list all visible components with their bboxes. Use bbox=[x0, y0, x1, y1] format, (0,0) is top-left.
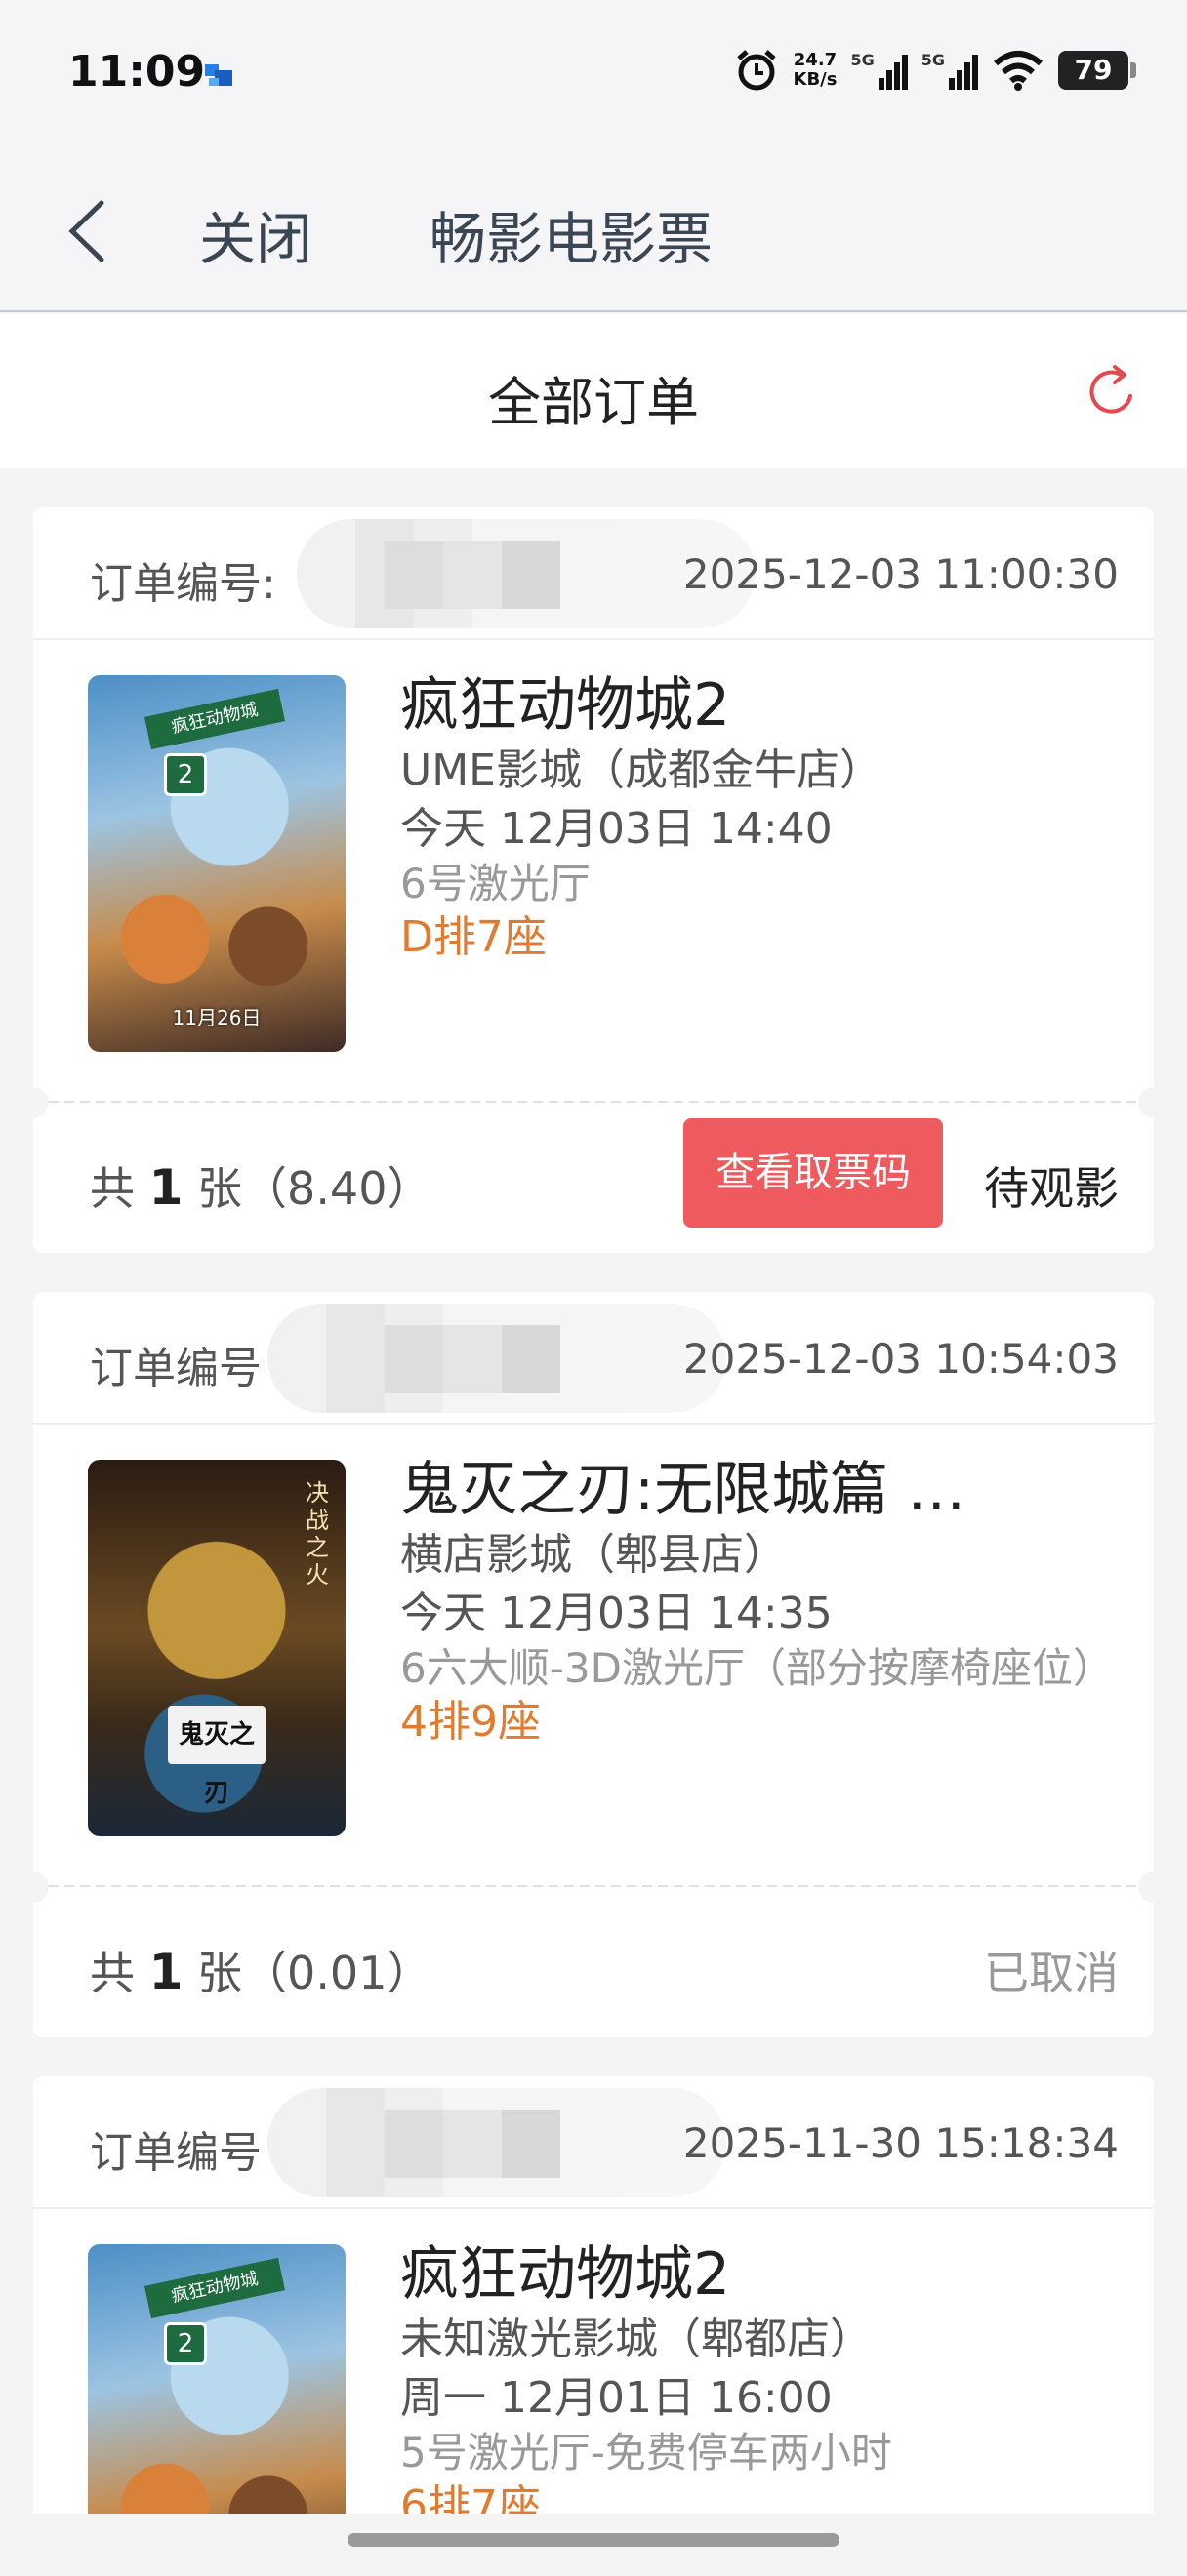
movie-title: 鬼灭之刃:无限城篇 … bbox=[400, 1456, 966, 1524]
order-body: 疯狂动物城 2 11月26日 疯狂动物城2 UME影城（成都金牛店） 今天 12… bbox=[33, 640, 1154, 1108]
order-number-label: 订单编号: bbox=[90, 559, 276, 609]
orders-title: 全部订单 bbox=[488, 372, 699, 433]
seat-info: D排7座 bbox=[400, 912, 547, 962]
battery-icon: 79 bbox=[1058, 51, 1136, 90]
refresh-icon[interactable] bbox=[1082, 361, 1142, 422]
ticket-count-number: 1 bbox=[148, 1159, 184, 1216]
movie-info: 疯狂动物城2 UME影城（成都金牛店） 今天 12月03日 14:40 6号激光… bbox=[400, 665, 1123, 966]
showtime: 今天 12月03日 14:40 bbox=[400, 804, 833, 854]
movie-info: 鬼灭之刃:无限城篇 … 横店影城（郫县店） 今天 12月03日 14:35 6六… bbox=[400, 1450, 1123, 1751]
order-number-redacted bbox=[267, 1304, 726, 1413]
ticket-count-prefix: 共 bbox=[90, 1947, 135, 1999]
poster-sign: 疯狂动物城 bbox=[143, 2257, 286, 2319]
order-header: 订单编号 2025-12-03 10:54:03 bbox=[33, 1292, 1154, 1425]
movie-poster: 疯狂动物城 2 11月26日 bbox=[88, 675, 346, 1052]
ticket-count: 共 1 张（0.01） bbox=[90, 1938, 431, 2002]
order-card[interactable]: 订单编号 2025-12-03 10:54:03 决战之火 鬼灭之刃 鬼灭之刃:… bbox=[33, 1292, 1154, 2037]
poster-sign-number: 2 bbox=[164, 2322, 207, 2365]
status-bar: 11:09 24.7 KB/s 5G 5G 79 bbox=[0, 0, 1187, 146]
signal-1-icon: 5G bbox=[850, 51, 908, 90]
showtime: 今天 12月03日 14:35 bbox=[400, 1589, 833, 1638]
poster-sign: 疯狂动物城 bbox=[143, 688, 286, 750]
movie-info: 疯狂动物城2 未知激光影城（郫都店） 周一 12月01日 16:00 5号激光厅… bbox=[400, 2234, 1123, 2535]
view-ticket-code-button[interactable]: 查看取票码 bbox=[683, 1118, 943, 1228]
hall-name: 6六大顺-3D激光厅（部分按摩椅座位） bbox=[400, 1644, 1114, 1692]
order-card[interactable]: 订单编号 2025-11-30 15:18:34 疯狂动物城 2 疯狂动物城2 … bbox=[33, 2076, 1154, 2576]
network-speed: 24.7 KB/s bbox=[794, 51, 838, 90]
hall-name: 5号激光厅-免费停车两小时 bbox=[400, 2429, 892, 2476]
signal-1-label: 5G bbox=[850, 51, 875, 69]
poster-date: 11月26日 bbox=[172, 1006, 262, 1029]
order-header: 订单编号 2025-11-30 15:18:34 bbox=[33, 2076, 1154, 2209]
ticket-count-number: 1 bbox=[148, 1944, 184, 2000]
movie-title: 疯狂动物城2 bbox=[400, 671, 731, 740]
order-footer: 共 1 张（8.40） 查看取票码 待观影 bbox=[33, 1103, 1154, 1253]
order-body: 决战之火 鬼灭之刃 鬼灭之刃:无限城篇 … 横店影城（郫县店） 今天 12月03… bbox=[33, 1425, 1154, 1893]
order-card[interactable]: 订单编号: 2025-12-03 11:00:30 疯狂动物城 2 11月26日… bbox=[33, 507, 1154, 1253]
alarm-icon bbox=[736, 50, 776, 91]
orders-header: 全部订单 bbox=[0, 314, 1187, 468]
order-number-label: 订单编号 bbox=[90, 2128, 262, 2178]
movie-poster: 决战之火 鬼灭之刃 bbox=[88, 1460, 346, 1836]
nav-bar: 关闭 畅影电影票 bbox=[0, 146, 1187, 312]
home-indicator[interactable] bbox=[348, 2533, 839, 2547]
signal-2-icon: 5G bbox=[921, 51, 978, 90]
showtime: 周一 12月01日 16:00 bbox=[400, 2373, 833, 2423]
movie-title: 疯狂动物城2 bbox=[400, 2240, 731, 2309]
poster-sign-number: 2 bbox=[164, 753, 207, 796]
close-button[interactable]: 关闭 bbox=[199, 193, 312, 275]
seat-info: 4排9座 bbox=[400, 1697, 541, 1747]
order-footer: 共 1 张（0.01） 已取消 bbox=[33, 1887, 1154, 2037]
order-number-label: 订单编号 bbox=[90, 1344, 262, 1393]
app-notification-icon bbox=[205, 64, 232, 86]
page-title: 畅影电影票 bbox=[430, 206, 714, 272]
ticket-count-prefix: 共 bbox=[90, 1162, 135, 1215]
cinema-name: 横店影城（郫县店） bbox=[400, 1530, 787, 1580]
cinema-name: UME影城（成都金牛店） bbox=[400, 745, 882, 795]
poster-logo: 鬼灭之刃 bbox=[168, 1706, 266, 1808]
network-speed-value: 24.7 bbox=[793, 50, 838, 70]
order-datetime: 2025-11-30 15:18:34 bbox=[682, 2119, 1119, 2167]
wifi-icon bbox=[994, 51, 1043, 91]
network-speed-unit: KB/s bbox=[793, 69, 838, 90]
order-header: 订单编号: 2025-12-03 11:00:30 bbox=[33, 507, 1154, 640]
ticket-count-suffix: 张（0.01） bbox=[197, 1947, 432, 1999]
status-time: 11:09 bbox=[68, 47, 206, 97]
hall-name: 6号激光厅 bbox=[400, 860, 591, 907]
order-status: 待观影 bbox=[984, 1162, 1119, 1215]
ticket-count-suffix: 张（8.40） bbox=[197, 1162, 432, 1215]
back-arrow-icon[interactable] bbox=[59, 197, 117, 265]
ticket-count: 共 1 张（8.40） bbox=[90, 1153, 431, 1218]
cinema-name: 未知激光影城（郫都店） bbox=[400, 2314, 873, 2364]
poster-vertical-text: 决战之火 bbox=[306, 1479, 329, 1589]
order-datetime: 2025-12-03 10:54:03 bbox=[682, 1335, 1119, 1383]
order-number-redacted bbox=[267, 2088, 726, 2197]
order-datetime: 2025-12-03 11:00:30 bbox=[682, 550, 1119, 598]
signal-2-label: 5G bbox=[921, 51, 945, 69]
order-status: 已取消 bbox=[984, 1947, 1119, 1999]
